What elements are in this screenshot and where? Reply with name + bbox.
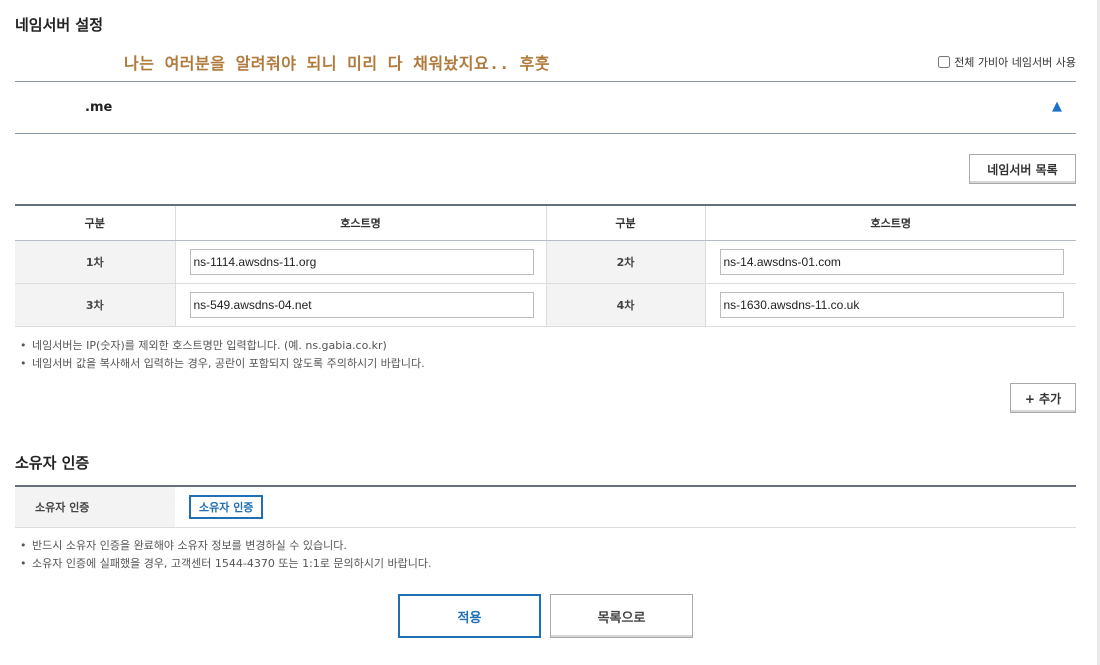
column-header: 구분 <box>546 205 706 241</box>
owner-notes: 반드시 소유자 인증을 완료해야 소유자 정보를 변경하실 수 있습니다. 소유… <box>18 537 431 573</box>
page-title: 네임서버 설정 <box>15 16 104 34</box>
nameserver-3-input[interactable] <box>189 291 534 318</box>
column-header: 호스트명 <box>175 205 547 241</box>
ns-order-label: 3차 <box>15 283 176 327</box>
ns-cell <box>175 283 547 327</box>
table-header-row: 구분 호스트명 구분 호스트명 <box>15 205 1076 241</box>
nameserver-notes: 네임서버는 IP(숫자)를 제외한 호스트명만 입력합니다. (예. ns.ga… <box>18 337 425 373</box>
triangle-up-icon[interactable]: ▲ <box>1052 99 1062 114</box>
nameserver-list-button[interactable]: 네임서버 목록 <box>969 154 1076 184</box>
column-header: 구분 <box>15 205 176 241</box>
nameserver-4-input[interactable] <box>719 291 1064 318</box>
column-header: 호스트명 <box>705 205 1076 241</box>
ns-cell <box>175 240 547 284</box>
nameserver-table: 구분 호스트명 구분 호스트명 1차 2차 3차 4차 <box>15 204 1076 327</box>
nameserver-1-input[interactable] <box>189 248 534 275</box>
owner-verification-cell: 소유자 인증 <box>175 487 1076 527</box>
annotation-note: 나는 여러분을 알려줘야 되니 미리 다 채워놨지요.. 후훗 <box>124 54 551 73</box>
all-gabia-ns-option[interactable]: 전체 가비아 네임서버 사용 <box>938 54 1076 70</box>
all-gabia-ns-checkbox[interactable] <box>938 56 951 68</box>
ns-cell <box>705 283 1076 327</box>
apply-button[interactable]: 적용 <box>398 594 541 638</box>
note-item: 네임서버 값을 복사해서 입력하는 경우, 공란이 포함되지 않도록 주의하시기… <box>18 355 425 373</box>
note-item: 네임서버는 IP(숫자)를 제외한 호스트명만 입력합니다. (예. ns.ga… <box>18 337 425 355</box>
ns-order-label: 4차 <box>546 283 706 327</box>
table-row: 1차 2차 <box>15 240 1076 284</box>
owner-verification-table: 소유자 인증 소유자 인증 <box>15 485 1076 528</box>
note-item: 반드시 소유자 인증을 완료해야 소유자 정보를 변경하실 수 있습니다. <box>18 537 431 555</box>
domain-header: .me ▲ <box>15 81 1076 134</box>
add-nameserver-button[interactable]: + 추가 <box>1010 383 1076 413</box>
owner-verification-label: 소유자 인증 <box>15 487 175 527</box>
note-item: 소유자 인증에 실패했을 경우, 고객센터 1544-4370 또는 1:1로 … <box>18 555 431 573</box>
ns-cell <box>705 240 1076 284</box>
owner-verification-title: 소유자 인증 <box>15 454 90 472</box>
all-gabia-ns-label: 전체 가비아 네임서버 사용 <box>954 56 1076 69</box>
ns-order-label: 2차 <box>546 240 706 284</box>
table-row: 3차 4차 <box>15 283 1076 327</box>
back-to-list-button[interactable]: 목록으로 <box>550 594 693 638</box>
ns-order-label: 1차 <box>15 240 176 284</box>
owner-verify-button[interactable]: 소유자 인증 <box>189 495 264 519</box>
nameserver-settings-page: 네임서버 설정 나는 여러분을 알려줘야 되니 미리 다 채워놨지요.. 후훗 … <box>0 0 1100 665</box>
nameserver-2-input[interactable] <box>719 248 1064 275</box>
domain-name: .me <box>85 100 113 115</box>
